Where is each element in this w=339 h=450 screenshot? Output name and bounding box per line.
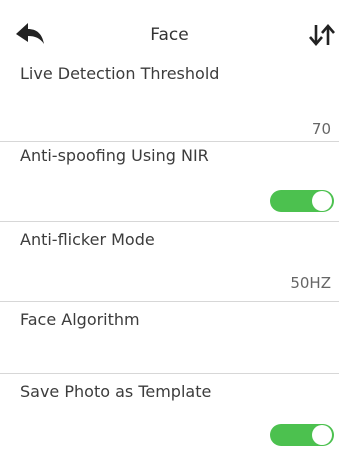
setting-anti-spoofing-nir[interactable]: Anti-spoofing Using NIR bbox=[0, 142, 339, 222]
setting-label: Face Algorithm bbox=[20, 310, 140, 329]
sort-icon bbox=[309, 24, 335, 46]
setting-value: 50HZ bbox=[290, 274, 331, 292]
save-photo-toggle[interactable] bbox=[270, 424, 334, 446]
toggle-knob bbox=[312, 425, 332, 445]
sort-button[interactable] bbox=[307, 22, 337, 48]
setting-label: Anti-flicker Mode bbox=[20, 230, 155, 249]
setting-label: Save Photo as Template bbox=[20, 382, 212, 401]
anti-spoofing-toggle[interactable] bbox=[270, 190, 334, 212]
setting-live-detection-threshold[interactable]: Live Detection Threshold 70 bbox=[0, 60, 339, 142]
page-title: Face bbox=[150, 25, 189, 45]
header-bar: Face bbox=[0, 0, 339, 60]
setting-label: Anti-spoofing Using NIR bbox=[20, 146, 209, 165]
setting-face-algorithm[interactable]: Face Algorithm bbox=[0, 302, 339, 374]
setting-save-photo-as-template[interactable]: Save Photo as Template bbox=[0, 374, 339, 450]
setting-value: 70 bbox=[311, 120, 331, 138]
toggle-knob bbox=[312, 191, 332, 211]
setting-label: Live Detection Threshold bbox=[20, 64, 220, 83]
setting-anti-flicker-mode[interactable]: Anti-flicker Mode 50HZ bbox=[0, 222, 339, 302]
